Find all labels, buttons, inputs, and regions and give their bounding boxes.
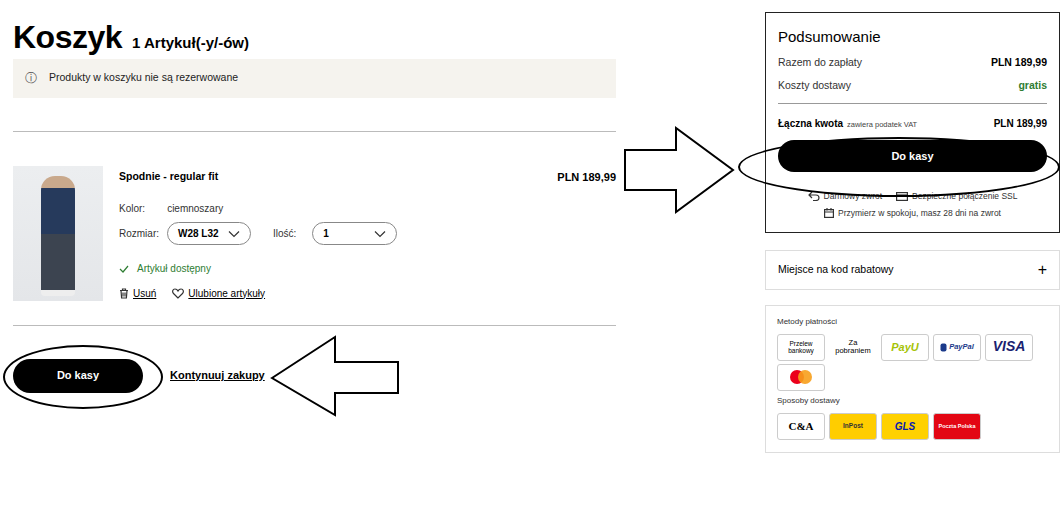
availability: Artykuł dostępny	[119, 261, 616, 276]
size-value: W28 L32	[178, 226, 219, 241]
perk-text: Darmowy zwrot	[824, 190, 883, 203]
row-value: gratis	[1018, 78, 1047, 94]
perk-text: Przymierz w spokoju, masz 28 dni na zwro…	[838, 207, 1001, 220]
availability-text: Artykuł dostępny	[137, 261, 211, 276]
checkout-button[interactable]: Do kasy	[13, 359, 143, 393]
color-value: ciemnoszary	[167, 201, 223, 216]
cart-item: Spodnie - regular fit PLN 189,99 Kolor: cie…	[13, 166, 616, 301]
cart-column: Koszyk 1 Artykuł(-y/-ów) ⓘ Produkty w koszy…	[13, 0, 616, 507]
notice-bar: ⓘ Produkty w koszyku nie są rezerwowane	[13, 59, 616, 98]
payment-method: PayU	[881, 334, 929, 361]
payment-label: Przelew bankowy	[779, 340, 823, 354]
delivery-label: InPost	[843, 422, 863, 429]
payment-box: Metody płatności Przelew bankowy Za pobran…	[765, 305, 1060, 453]
delivery-label: Poczta Polska	[939, 423, 976, 429]
payment-label: Za pobraniem	[831, 339, 875, 356]
left-arrow-icon	[268, 333, 403, 419]
summary-title: Podsumowanie	[778, 27, 1047, 47]
return-icon	[808, 191, 820, 201]
favorite-button[interactable]: Ulubione artykuły	[172, 286, 265, 301]
paypal-icon	[940, 343, 947, 352]
total-value: PLN 189,99	[994, 116, 1047, 131]
trash-icon	[119, 288, 129, 299]
payment-method	[777, 364, 825, 391]
row-label: Koszty dostawy	[778, 78, 851, 94]
check-icon	[119, 265, 129, 273]
quantity-label: Ilość:	[273, 226, 296, 241]
total-label: Łączna kwota	[778, 118, 843, 129]
product-name[interactable]: Spodnie - regular fit	[119, 169, 218, 186]
right-arrow-icon	[622, 125, 738, 215]
payment-label: VISA	[993, 339, 1026, 354]
perk: Darmowy zwrot	[808, 190, 883, 203]
summary-row: Razem do zapłaty PLN 189,99	[778, 51, 1047, 74]
payment-method: Przelew bankowy	[777, 334, 825, 361]
quantity-value: 1	[323, 226, 329, 241]
delivery-method: GLS	[881, 413, 929, 440]
divider	[778, 103, 1047, 104]
perk: Przymierz w spokoju, masz 28 dni na zwro…	[778, 207, 1047, 220]
favorite-link[interactable]: Ulubione artykuły	[188, 286, 265, 301]
delivery-method: C&A	[777, 413, 825, 440]
payment-method: VISA	[985, 334, 1033, 361]
delivery-method: InPost	[829, 413, 877, 440]
cart-title: Koszyk	[13, 20, 122, 54]
perk-text: Bezpieczne połączenie SSL	[912, 190, 1017, 203]
product-photo[interactable]	[13, 166, 103, 301]
vat-note: zawiera podatek VAT	[847, 120, 917, 129]
payment-method: PayPal	[933, 334, 981, 361]
payment-method: Za pobraniem	[829, 334, 877, 361]
payment-label: PayPal	[949, 343, 974, 351]
remove-button[interactable]: Usuń	[119, 286, 156, 301]
remove-link[interactable]: Usuń	[133, 286, 156, 301]
delivery-label: GLS	[895, 421, 916, 432]
discount-label: Miejsce na kod rabatowy	[778, 262, 894, 278]
quantity-select[interactable]: 1	[312, 222, 397, 245]
continue-shopping-link[interactable]: Kontynuuj zakupy	[170, 367, 265, 384]
divider	[13, 325, 616, 326]
payment-label: PayU	[891, 341, 919, 353]
notice-text: Produkty w koszyku nie są rezerwowane	[49, 70, 238, 86]
delivery-title: Sposoby dostawy	[777, 395, 1049, 407]
delivery-method: Poczta Polska	[933, 413, 981, 440]
summary-column: Podsumowanie Razem do zapłaty PLN 189,99 Ko…	[765, 0, 1060, 507]
perk: Bezpieczne połączenie SSL	[896, 190, 1017, 203]
highlight-ellipse	[3, 345, 163, 409]
summary-row: Koszty dostawy gratis	[778, 74, 1047, 97]
row-value: PLN 189,99	[991, 55, 1047, 71]
color-label: Kolor:	[119, 201, 145, 216]
info-icon: ⓘ	[25, 69, 37, 87]
delivery-label: C&A	[788, 420, 813, 432]
product-price: PLN 189,99	[557, 169, 616, 186]
discount-code-toggle[interactable]: Miejsce na kod rabatowy +	[765, 250, 1060, 290]
row-label: Razem do zapłaty	[778, 55, 862, 71]
plus-icon[interactable]: +	[1038, 262, 1047, 278]
calendar-icon	[824, 208, 834, 218]
size-select[interactable]: W28 L32	[167, 222, 251, 245]
mastercard-icon	[788, 369, 814, 385]
checkout-button[interactable]: Do kasy	[778, 140, 1047, 172]
total-row: Łączna kwota zawiera podatek VAT PLN 189,9…	[778, 112, 1047, 134]
size-label: Rozmiar:	[119, 226, 159, 241]
payment-title: Metody płatności	[777, 316, 1049, 328]
divider	[13, 131, 616, 132]
item-count: 1 Artykuł(-y/-ów)	[132, 32, 249, 55]
heart-icon	[172, 288, 184, 299]
summary-box: Podsumowanie Razem do zapłaty PLN 189,99 Ko…	[765, 12, 1060, 233]
chevron-down-icon	[374, 230, 386, 238]
chevron-down-icon	[228, 230, 240, 238]
highlight-ellipse	[738, 137, 1060, 197]
card-icon	[896, 192, 908, 201]
